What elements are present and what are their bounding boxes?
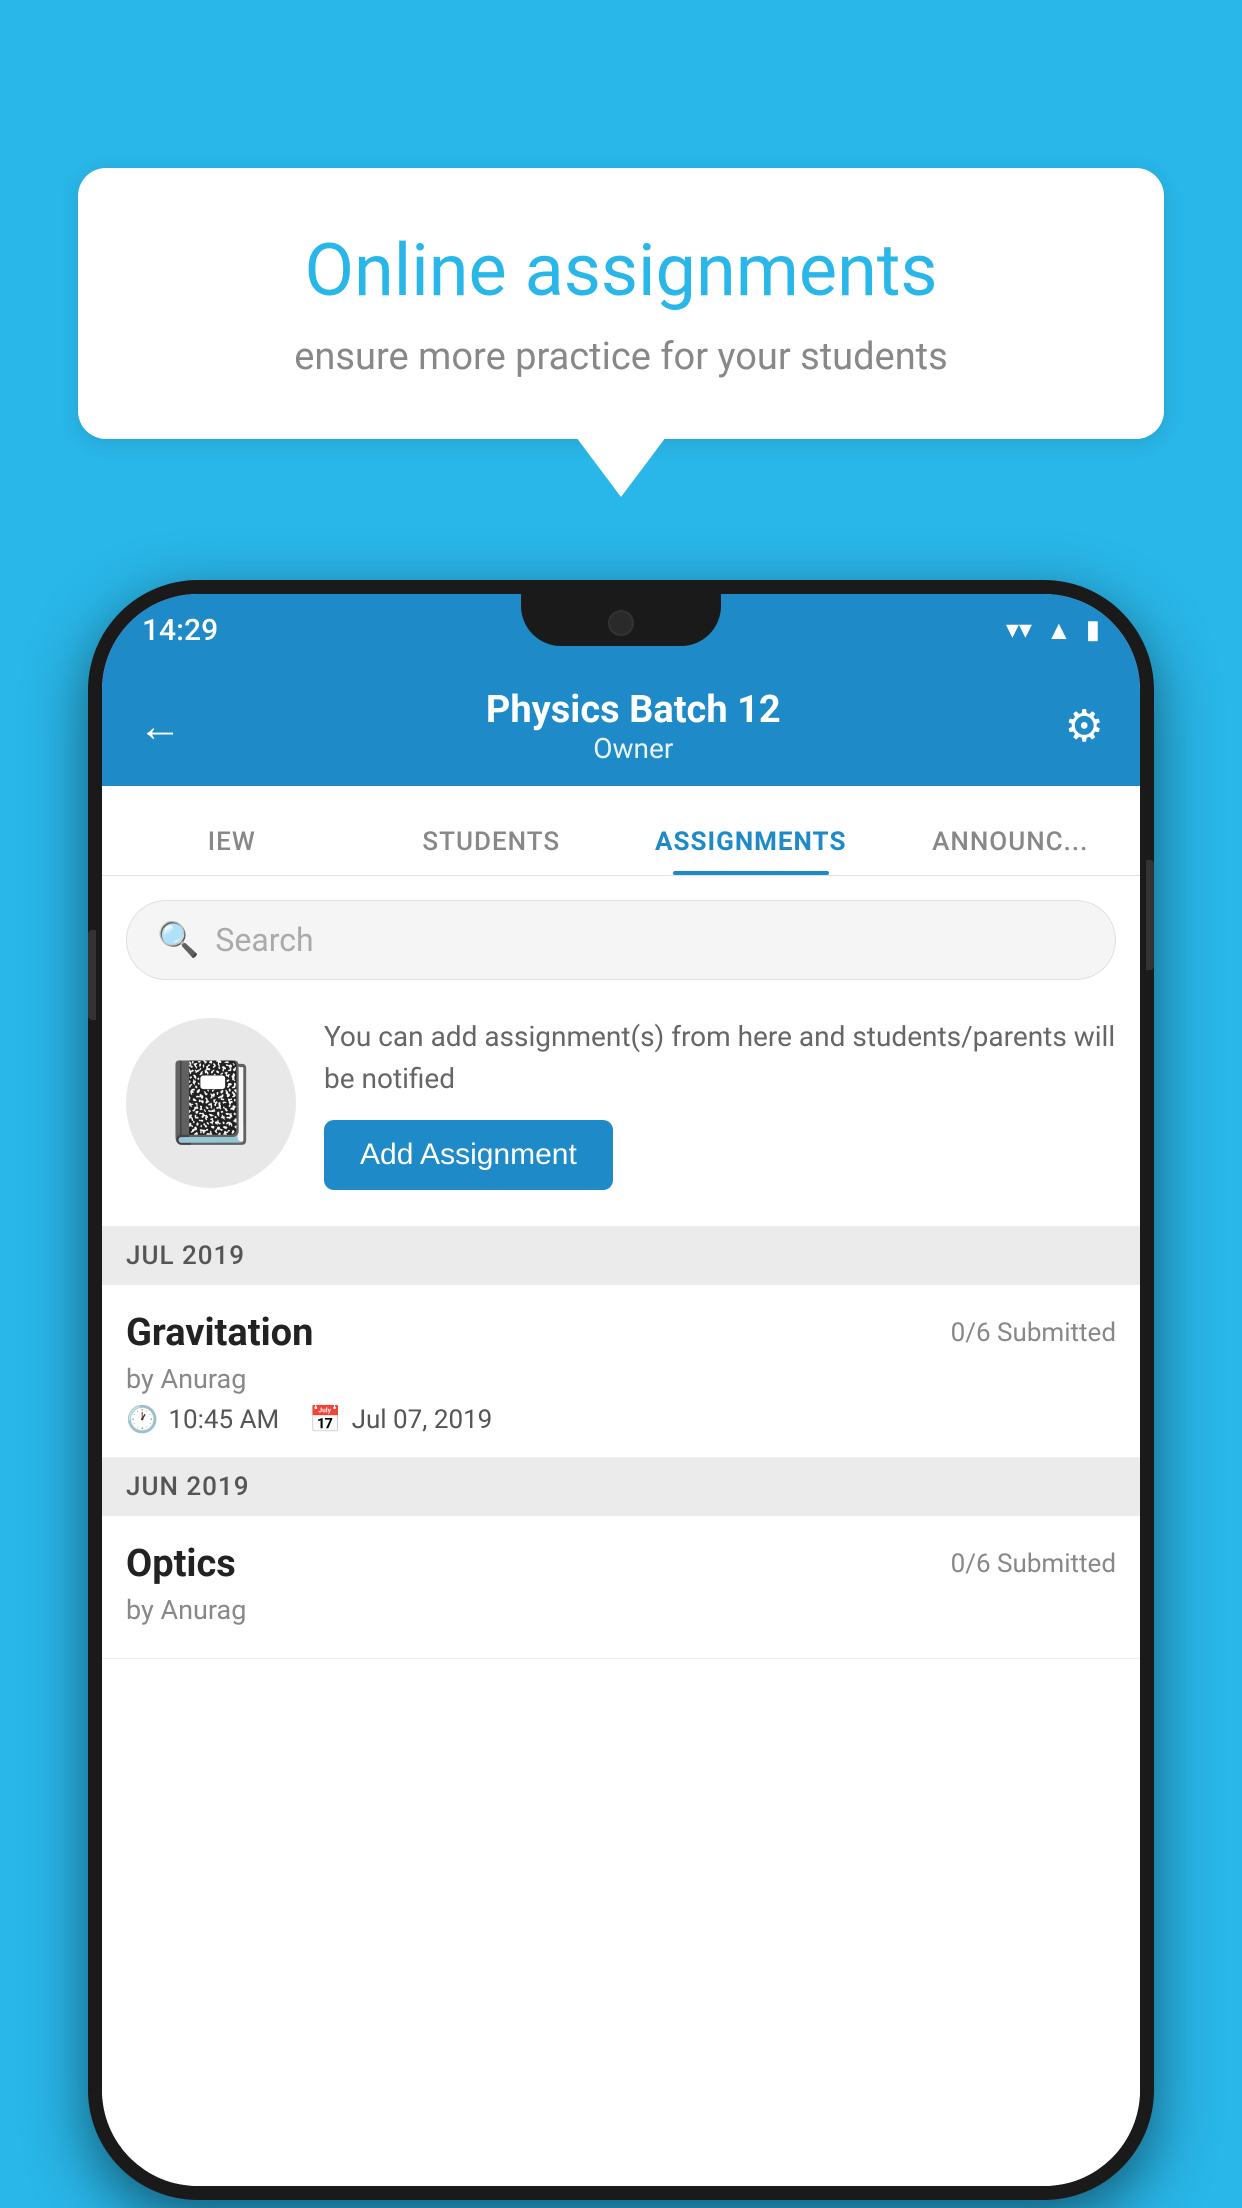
tabs-bar: IEW STUDENTS ASSIGNMENTS ANNOUNC...: [102, 786, 1140, 876]
header-title-group: Physics Batch 12 Owner: [202, 688, 1065, 765]
back-button[interactable]: ←: [138, 700, 182, 752]
assignment-date: 📅 Jul 07, 2019: [309, 1405, 492, 1435]
tab-students[interactable]: STUDENTS: [362, 827, 622, 875]
assignment-time: 🕐 10:45 AM: [126, 1405, 279, 1435]
search-bar[interactable]: 🔍 Search: [126, 900, 1116, 980]
optics-author: by Anurag: [126, 1594, 1116, 1626]
status-time: 14:29: [142, 613, 218, 648]
search-placeholder: Search: [215, 921, 313, 959]
tab-announcements[interactable]: ANNOUNC...: [881, 827, 1141, 875]
clock-icon: 🕐: [126, 1405, 158, 1435]
notch: [521, 594, 721, 646]
speech-bubble-tail: [576, 437, 666, 497]
speech-bubble-container: Online assignments ensure more practice …: [78, 168, 1164, 499]
assignment-item-optics[interactable]: Optics 0/6 Submitted by Anurag: [102, 1516, 1140, 1659]
phone-screen: 14:29 ▾▾ ▲ ▮ ← Physics Batch 12 Owner ⚙ …: [102, 594, 1140, 2186]
tab-assignments[interactable]: ASSIGNMENTS: [621, 827, 881, 875]
volume-button: [88, 930, 96, 1020]
tab-iew[interactable]: IEW: [102, 827, 362, 875]
month-jul-2019: JUL 2019: [102, 1227, 1140, 1285]
power-button: [1146, 860, 1154, 970]
status-icons: ▾▾ ▲ ▮: [1006, 615, 1100, 646]
phone-frame: 14:29 ▾▾ ▲ ▮ ← Physics Batch 12 Owner ⚙ …: [88, 580, 1154, 2200]
assignment-meta: 🕐 10:45 AM 📅 Jul 07, 2019: [126, 1405, 1116, 1435]
settings-icon[interactable]: ⚙: [1065, 700, 1104, 752]
signal-icon: ▲: [1046, 615, 1072, 646]
speech-bubble-subtitle: ensure more practice for your students: [148, 335, 1094, 379]
batch-title: Physics Batch 12: [202, 688, 1065, 732]
assignment-icon-circle: 📓: [126, 1018, 296, 1188]
add-assignment-section: 📓 You can add assignment(s) from here an…: [102, 980, 1140, 1227]
assignment-submitted: 0/6 Submitted: [951, 1318, 1116, 1348]
add-assignment-button[interactable]: Add Assignment: [324, 1120, 613, 1190]
optics-header: Optics 0/6 Submitted: [126, 1542, 1116, 1586]
batch-subtitle: Owner: [202, 732, 1065, 765]
camera: [608, 610, 634, 636]
assignment-item-gravitation[interactable]: Gravitation 0/6 Submitted by Anurag 🕐 10…: [102, 1285, 1140, 1458]
battery-icon: ▮: [1086, 615, 1100, 645]
assignment-author: by Anurag: [126, 1363, 1116, 1395]
search-icon: 🔍: [157, 920, 199, 960]
optics-submitted: 0/6 Submitted: [951, 1549, 1116, 1579]
speech-bubble: Online assignments ensure more practice …: [78, 168, 1164, 439]
content-area: 🔍 Search 📓 You can add assignment(s) fro…: [102, 876, 1140, 2186]
calendar-icon: 📅: [309, 1405, 341, 1435]
assignment-description: You can add assignment(s) from here and …: [324, 1016, 1116, 1100]
assignment-info: You can add assignment(s) from here and …: [324, 1016, 1116, 1190]
notebook-icon: 📓: [161, 1056, 261, 1150]
speech-bubble-title: Online assignments: [148, 228, 1094, 313]
optics-name: Optics: [126, 1542, 236, 1586]
assignment-name: Gravitation: [126, 1311, 313, 1355]
wifi-icon: ▾▾: [1006, 615, 1032, 645]
app-header: ← Physics Batch 12 Owner ⚙: [102, 666, 1140, 786]
assignment-header: Gravitation 0/6 Submitted: [126, 1311, 1116, 1355]
month-jun-2019: JUN 2019: [102, 1458, 1140, 1516]
